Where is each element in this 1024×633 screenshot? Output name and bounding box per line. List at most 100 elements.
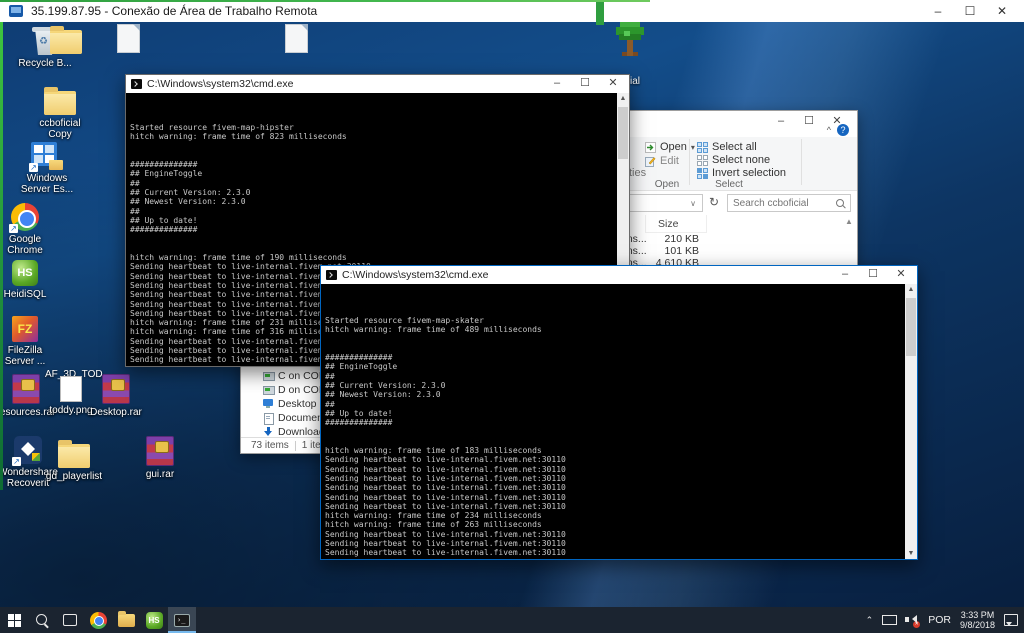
desktop-icon-document-2[interactable] [272,24,320,53]
invert-selection-button[interactable]: Invert selection [697,167,786,179]
desktop-icon-document-1[interactable] [104,24,152,53]
console-line: Started resource fivem-map-skater [325,316,905,325]
nav-item-c-drive[interactable]: C on CODELUA [241,369,321,383]
language-indicator[interactable]: POR [928,614,951,626]
winrar-archive-icon [102,374,130,404]
console-line [325,437,905,446]
heidisql-icon: HS [12,260,38,286]
cmd2-scrollbar[interactable]: ▲ ▼ [905,284,917,559]
refresh-icon[interactable]: ↻ [709,195,719,209]
desktop-icon-filezilla[interactable]: FZ FileZilla Server ... [0,316,50,367]
scroll-thumb[interactable] [618,107,628,159]
document-icon [285,24,308,53]
cmd1-titlebar[interactable]: C:\Windows\system32\cmd.exe – ☐ ✕ [126,75,629,93]
console-line: Sending heartbeat to live-internal.fivem… [325,493,905,502]
file-row[interactable]: ens... 210 KB [621,233,707,245]
scroll-up-icon[interactable]: ▲ [905,284,917,295]
remote-desktop-screen: 35.199.87.95 - Conexão de Área de Trabal… [0,0,1024,633]
tree-pixel-icon[interactable] [612,22,648,66]
taskbar-chrome-button[interactable] [84,607,112,633]
edit-label: Edit [660,155,679,167]
desktop-icon-folder-top[interactable] [42,24,90,54]
taskbar-clock[interactable]: 3:33 PM 9/8/2018 [960,610,995,630]
file-list: ens... 210 KB ens... 101 KB ens... 4,610… [621,233,707,269]
desktop-icon-windows-server[interactable]: ↗ Windows Server Es... [16,142,78,195]
ribbon-collapse-icon[interactable]: ^ [827,125,831,135]
console-line: hitch warning: frame time of 183 millise… [325,446,905,455]
cmd1-title: C:\Windows\system32\cmd.exe [147,78,293,90]
cmd1-maximize-button[interactable]: ☐ [571,76,599,91]
scroll-up-icon[interactable]: ▲ [845,217,853,226]
explorer-minimize-button[interactable]: – [767,114,795,129]
icon-label: Recycle B... [18,58,71,69]
task-view-icon [63,614,77,626]
edit-button[interactable]: Edit [645,155,679,167]
rdp-maximize-button[interactable]: ☐ [954,0,986,22]
cmd2-maximize-button[interactable]: ☐ [859,267,887,282]
file-row[interactable]: ens... 101 KB [621,245,707,257]
network-drive-icon [263,385,274,395]
search-box[interactable] [727,194,851,212]
cmd1-close-button[interactable]: ✕ [599,76,627,91]
taskbar-explorer-button[interactable] [112,607,140,633]
cmd2-minimize-button[interactable]: – [831,267,859,282]
nav-item-desktop[interactable]: Desktop [241,397,321,411]
explorer-maximize-button[interactable]: ☐ [795,114,823,129]
search-input[interactable] [728,198,836,209]
scroll-down-icon[interactable]: ▼ [905,548,917,559]
icon-label: gd_playerlist [46,471,102,482]
open-button[interactable]: Open ▾ [645,141,695,153]
console-line: ############## [130,225,617,234]
start-button[interactable] [0,607,28,633]
open-icon [645,142,656,153]
ribbon-group-open: Open [645,179,689,190]
taskbar-heidisql-button[interactable]: HS [140,607,168,633]
console-line: hitch warning: frame time of 823 millise… [130,132,617,141]
cmd2-close-button[interactable]: ✕ [887,267,915,282]
console-line: hitch warning: frame time of 234 millise… [325,511,905,520]
cmd1-minimize-button[interactable]: – [543,76,571,91]
taskbar-cmd-button-active[interactable]: ›_ [168,607,196,633]
desktop-icon-desktop-rar[interactable]: Desktop.rar [88,374,144,418]
network-icon[interactable] [882,615,896,626]
rdp-minimize-button[interactable]: – [922,0,954,22]
task-view-button[interactable] [56,607,84,633]
clock-date: 9/8/2018 [960,620,995,630]
search-icon [836,199,845,208]
console-line: ## [130,207,617,216]
select-all-button[interactable]: Select all [697,141,757,153]
cmd2-titlebar[interactable]: C:\Windows\system32\cmd.exe – ☐ ✕ [321,266,917,284]
help-icon[interactable]: ? [837,124,849,136]
taskbar-search-button[interactable] [28,607,56,633]
console-line [325,344,905,353]
tray-expand-chevron-icon[interactable]: ⌃ [866,615,874,626]
edit-icon [645,156,656,167]
filezilla-icon: FZ [12,316,38,342]
desktop-icon-google-chrome[interactable]: ↗ Google Chrome [0,203,50,256]
select-none-button[interactable]: Select none [697,154,770,166]
windows-server-icon: ↗ [31,142,63,170]
select-all-icon [697,142,708,153]
volume-muted-icon[interactable]: ✕ [905,614,919,626]
taskbar: HS ›_ ⌃ ✕ POR 3:33 PM 9/8/2018 [0,607,1024,633]
nav-item-documents[interactable]: Documents [241,411,321,425]
open-label: Open [660,141,687,153]
desktop-icon-gui-rar[interactable]: gui.rar [136,436,184,480]
desktop-icon-heidisql[interactable]: HS HeidiSQL [0,260,50,300]
console-line: Sending heartbeat to live-internal.fivem… [325,474,905,483]
nav-item-d-drive[interactable]: D on CODELUA [241,383,321,397]
chevron-down-icon[interactable]: ∨ [690,199,696,208]
console-line: Sending heartbeat to live-internal.fivem… [325,483,905,492]
action-center-icon[interactable] [1004,614,1018,626]
desktop-icon-gd-playerlist[interactable]: gd_playerlist [42,438,106,482]
ribbon-group-select: Select [707,179,751,190]
icon-label: Google Chrome [0,234,50,256]
rdp-close-button[interactable]: ✕ [986,0,1018,22]
scroll-up-icon[interactable]: ▲ [617,93,629,104]
console-line [130,151,617,160]
folder-icon [50,30,82,54]
scroll-thumb[interactable] [906,298,916,356]
desktop-icon-ccboficial-copy[interactable]: ccboficial Copy [28,85,92,140]
explorer-nav-pane: C on CODELUA D on CODELUA Desktop Docume… [241,369,321,439]
column-header-size[interactable]: Size [645,215,707,233]
